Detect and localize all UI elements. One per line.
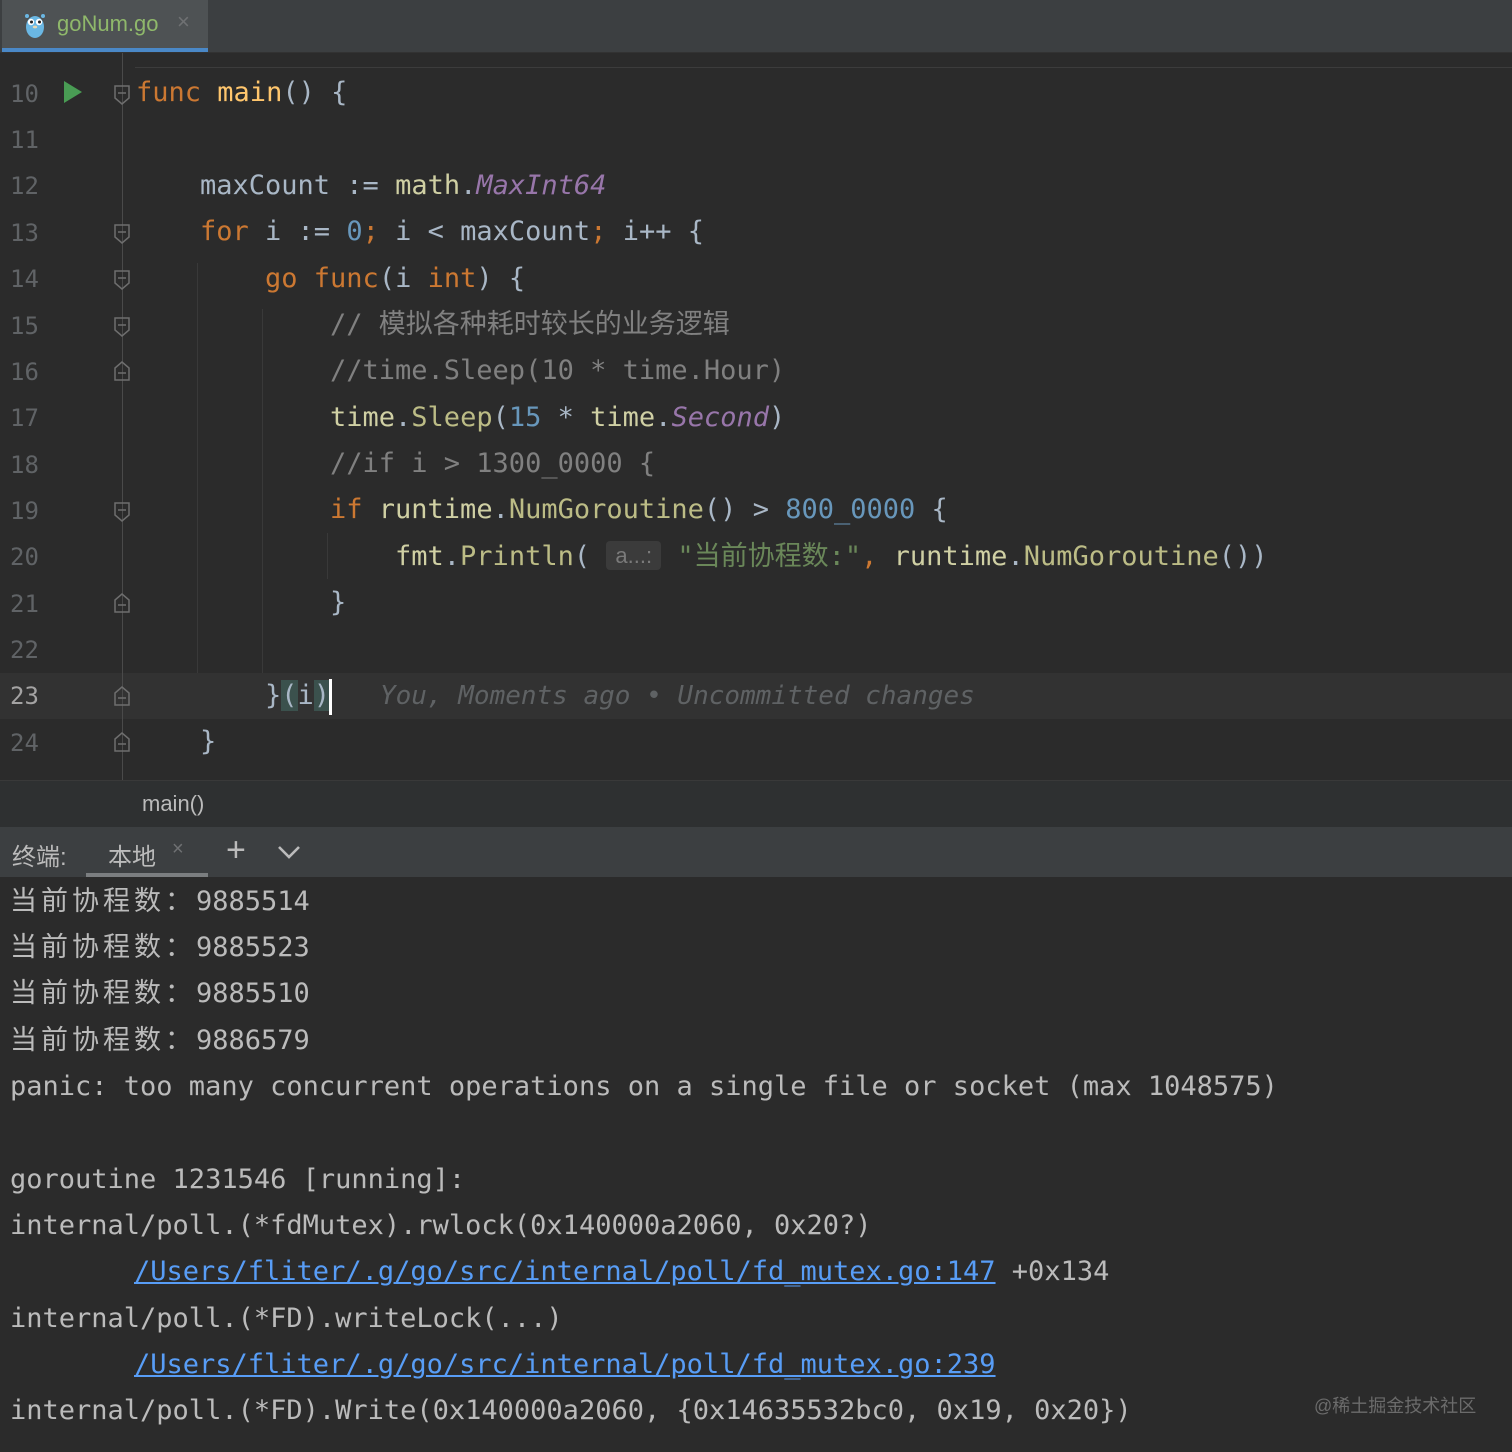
- terminal-title: 终端:: [12, 844, 67, 871]
- code-line-24[interactable]: }: [200, 719, 216, 765]
- close-icon[interactable]: ×: [172, 838, 184, 861]
- editor-tab-gonum[interactable]: goNum.go ×: [2, 0, 208, 52]
- indent-guide: [197, 263, 198, 673]
- terminal-line: 当前协程数：9885510: [10, 978, 310, 1009]
- source-link[interactable]: /Users/fliter/.g/go/src/internal/poll/fd…: [134, 1256, 996, 1287]
- stack-frame-location: /Users/fliter/.g/go/src/internal/poll/fd…: [134, 1342, 996, 1388]
- code-line-14[interactable]: go func(i int) {: [265, 256, 525, 302]
- line-number: 18: [10, 451, 39, 479]
- source-link[interactable]: /Users/fliter/.g/go/src/internal/poll/fd…: [134, 1349, 996, 1380]
- fold-icon[interactable]: [114, 317, 130, 337]
- terminal-tab-label: 本地: [108, 844, 156, 871]
- line-number: 24: [10, 729, 39, 757]
- fold-icon[interactable]: [114, 224, 130, 244]
- tab-close-icon[interactable]: ×: [177, 9, 190, 35]
- gopher-icon: [25, 14, 45, 38]
- fold-end-icon[interactable]: [114, 593, 130, 613]
- gutter-border: [122, 53, 123, 780]
- stack-frame: internal/poll.(*fdMutex).rwlock(0x140000…: [10, 1210, 872, 1241]
- indent-guide: [262, 309, 263, 673]
- code-line-18[interactable]: //if i > 1300_0000 {: [330, 441, 655, 487]
- run-icon[interactable]: [62, 80, 84, 104]
- code-line-23[interactable]: }(i): [265, 673, 331, 719]
- line-number: 11: [10, 126, 39, 154]
- fold-end-icon[interactable]: [114, 732, 130, 752]
- code-line-21[interactable]: }: [330, 580, 346, 626]
- line-number: 10: [10, 80, 39, 108]
- code-line-15[interactable]: // 模拟各种耗时较长的业务逻辑: [330, 302, 730, 348]
- line-number: 16: [10, 358, 39, 386]
- watermark: @稀土掘金技术社区: [1314, 1396, 1477, 1416]
- line-number: 22: [10, 636, 39, 664]
- terminal-line: 当前协程数：9885514: [10, 886, 310, 917]
- tab-label: goNum.go: [57, 11, 159, 36]
- line-number: 14: [10, 265, 39, 293]
- text-cursor: [329, 679, 332, 715]
- code-line-13[interactable]: for i := 0; i < maxCount; i++ {: [200, 209, 704, 255]
- git-blame-annotation: You, Moments ago • Uncommitted changes: [380, 681, 975, 711]
- method-separator: [135, 67, 1512, 68]
- line-number: 15: [10, 312, 39, 340]
- code-line-19[interactable]: if runtime.NumGoroutine() > 800_0000 {: [330, 487, 948, 533]
- chevron-down-icon[interactable]: [276, 840, 302, 864]
- add-terminal-button[interactable]: +: [226, 831, 246, 870]
- line-number: 21: [10, 590, 39, 618]
- terminal-header: 终端: 本地 × +: [0, 827, 1512, 877]
- code-line-10[interactable]: func main() {: [136, 70, 347, 116]
- line-number-current: 23: [10, 682, 39, 710]
- fold-end-icon[interactable]: [114, 686, 130, 706]
- fold-icon[interactable]: [114, 502, 130, 522]
- breadcrumb: main(): [0, 780, 1512, 827]
- terminal-tab-local[interactable]: 本地 ×: [86, 827, 208, 877]
- breadcrumb-item-main[interactable]: main(): [142, 791, 204, 817]
- fold-end-icon[interactable]: [114, 361, 130, 381]
- code-line-12[interactable]: maxCount := math.MaxInt64: [200, 163, 606, 209]
- code-editor[interactable]: 10 11 12 13 14 15 16 17 18 19 20 21 22 2…: [0, 53, 1512, 780]
- line-number: 13: [10, 219, 39, 247]
- editor-tab-bar: goNum.go ×: [0, 0, 1512, 53]
- fold-icon[interactable]: [114, 85, 130, 105]
- fold-icon[interactable]: [114, 270, 130, 290]
- line-number: 17: [10, 404, 39, 432]
- panic-message: panic: too many concurrent operations on…: [10, 1071, 1278, 1102]
- code-line-17[interactable]: time.Sleep(15 * time.Second): [330, 395, 785, 441]
- terminal-line: 当前协程数：9885523: [10, 932, 310, 963]
- line-number: 20: [10, 543, 39, 571]
- stack-frame-location: /Users/fliter/.g/go/src/internal/poll/fd…: [134, 1256, 1110, 1287]
- line-number: 19: [10, 497, 39, 525]
- stack-frame: internal/poll.(*FD).writeLock(...): [10, 1303, 563, 1334]
- indent-guide: [327, 533, 328, 579]
- terminal-output[interactable]: 当前协程数：9885514 当前协程数：9885523 当前协程数：988551…: [0, 877, 1512, 1452]
- line-number: 12: [10, 172, 39, 200]
- code-line-20[interactable]: fmt.Println( a...: "当前协程数:", runtime.Num…: [395, 534, 1268, 580]
- terminal-line: 当前协程数：9886579: [10, 1025, 310, 1056]
- stack-frame: internal/poll.(*FD).Write(0x140000a2060,…: [10, 1395, 1132, 1426]
- code-line-16[interactable]: //time.Sleep(10 * time.Hour): [330, 348, 785, 394]
- goroutine-header: goroutine 1231546 [running]:: [10, 1164, 466, 1195]
- parameter-hint: a...:: [606, 541, 662, 570]
